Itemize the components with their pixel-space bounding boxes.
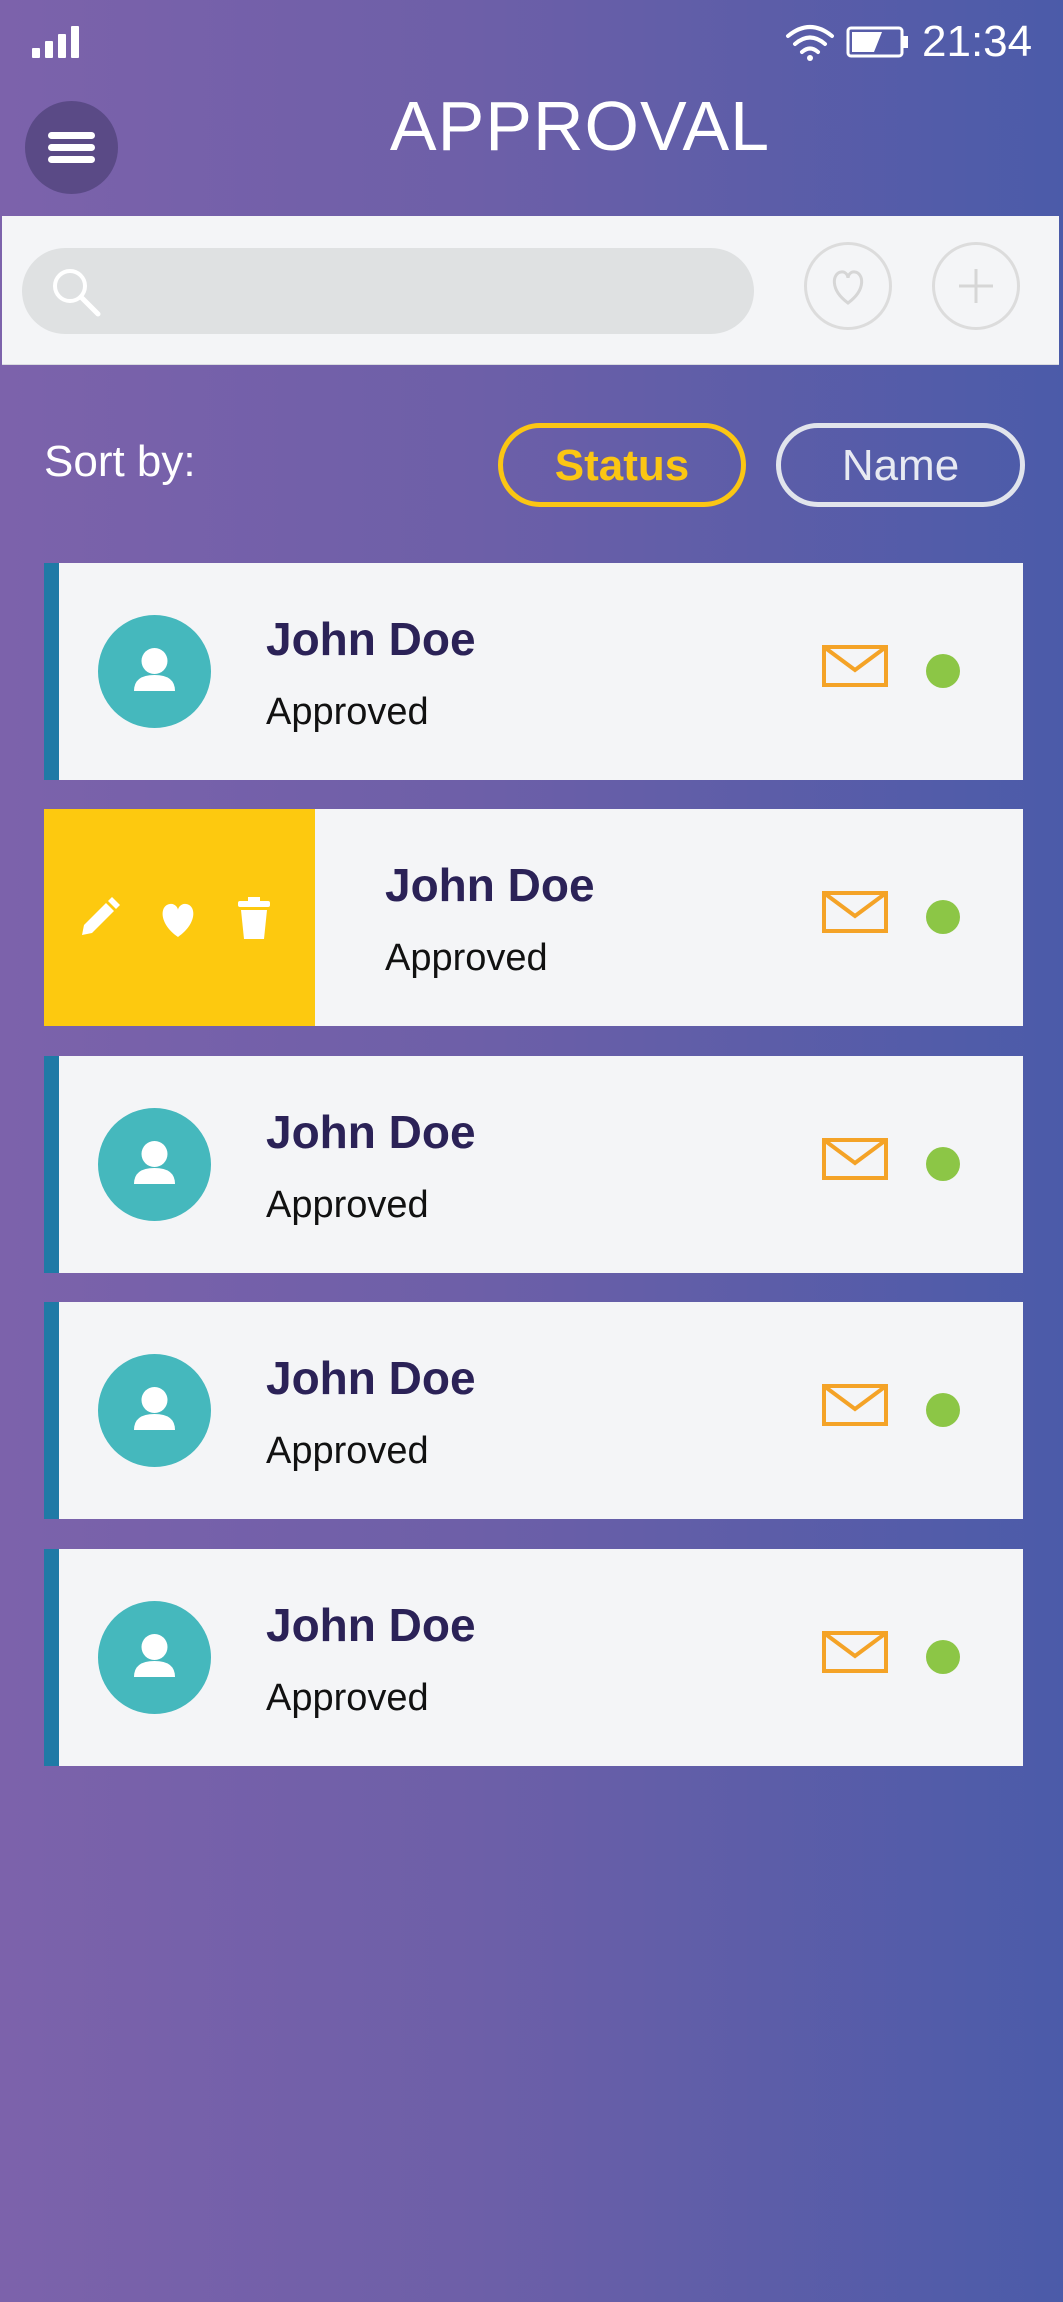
avatar bbox=[98, 1354, 211, 1467]
user-icon bbox=[134, 1387, 175, 1430]
trash-icon[interactable] bbox=[230, 895, 278, 943]
user-icon bbox=[134, 1141, 175, 1184]
search-icon bbox=[53, 269, 101, 317]
online-status-dot bbox=[926, 654, 960, 688]
list-item[interactable]: John Doe Approved bbox=[44, 1056, 1023, 1273]
mail-icon[interactable] bbox=[822, 891, 888, 933]
user-icon bbox=[134, 1634, 175, 1677]
wifi-icon bbox=[786, 25, 834, 61]
avatar bbox=[98, 615, 211, 728]
card-accent-bar bbox=[44, 1549, 59, 1766]
user-icon bbox=[134, 648, 175, 691]
online-status-dot bbox=[926, 1640, 960, 1674]
item-name: John Doe bbox=[266, 613, 476, 665]
list-item[interactable]: John Doe Approved bbox=[44, 1549, 1023, 1766]
item-name: John Doe bbox=[266, 1599, 476, 1651]
online-status-dot bbox=[926, 900, 960, 934]
pencil-icon[interactable] bbox=[74, 895, 122, 943]
list-item-swiped[interactable]: John Doe Approved bbox=[44, 809, 1023, 1026]
item-status: Approved bbox=[266, 1184, 429, 1226]
menu-button[interactable] bbox=[25, 101, 118, 194]
item-status: Approved bbox=[266, 1677, 429, 1719]
heart-icon[interactable] bbox=[154, 895, 202, 943]
page-title: APPROVAL bbox=[389, 87, 771, 165]
sort-status-button[interactable]: Status bbox=[498, 423, 746, 507]
card-accent-bar bbox=[44, 1302, 59, 1519]
list-item[interactable]: John Doe Approved bbox=[44, 1302, 1023, 1519]
list-item[interactable]: John Doe Approved bbox=[44, 563, 1023, 780]
item-status: Approved bbox=[266, 1430, 429, 1472]
hamburger-menu-icon bbox=[48, 132, 95, 139]
sort-name-button[interactable]: Name bbox=[776, 423, 1025, 507]
mail-icon[interactable] bbox=[822, 1384, 888, 1426]
item-status: Approved bbox=[385, 937, 548, 979]
mail-icon[interactable] bbox=[822, 645, 888, 687]
avatar bbox=[98, 1601, 211, 1714]
status-bar-time: 21:34 bbox=[922, 17, 1033, 66]
signal-icon bbox=[32, 24, 80, 58]
item-name: John Doe bbox=[266, 1352, 476, 1404]
heart-icon bbox=[832, 270, 864, 305]
item-name: John Doe bbox=[266, 1106, 476, 1158]
online-status-dot bbox=[926, 1393, 960, 1427]
search-input[interactable] bbox=[120, 260, 734, 324]
avatar bbox=[98, 1108, 211, 1221]
favorites-button[interactable] bbox=[804, 242, 892, 330]
swipe-actions-panel bbox=[44, 809, 315, 1026]
card-accent-bar bbox=[44, 563, 59, 780]
mail-icon[interactable] bbox=[822, 1138, 888, 1180]
plus-icon bbox=[959, 269, 993, 303]
online-status-dot bbox=[926, 1147, 960, 1181]
add-button[interactable] bbox=[932, 242, 1020, 330]
sort-label: Sort by: bbox=[44, 437, 196, 486]
item-status: Approved bbox=[266, 691, 429, 733]
card-accent-bar bbox=[44, 1056, 59, 1273]
item-name: John Doe bbox=[385, 859, 595, 911]
battery-icon bbox=[846, 26, 908, 58]
mail-icon[interactable] bbox=[822, 1631, 888, 1673]
